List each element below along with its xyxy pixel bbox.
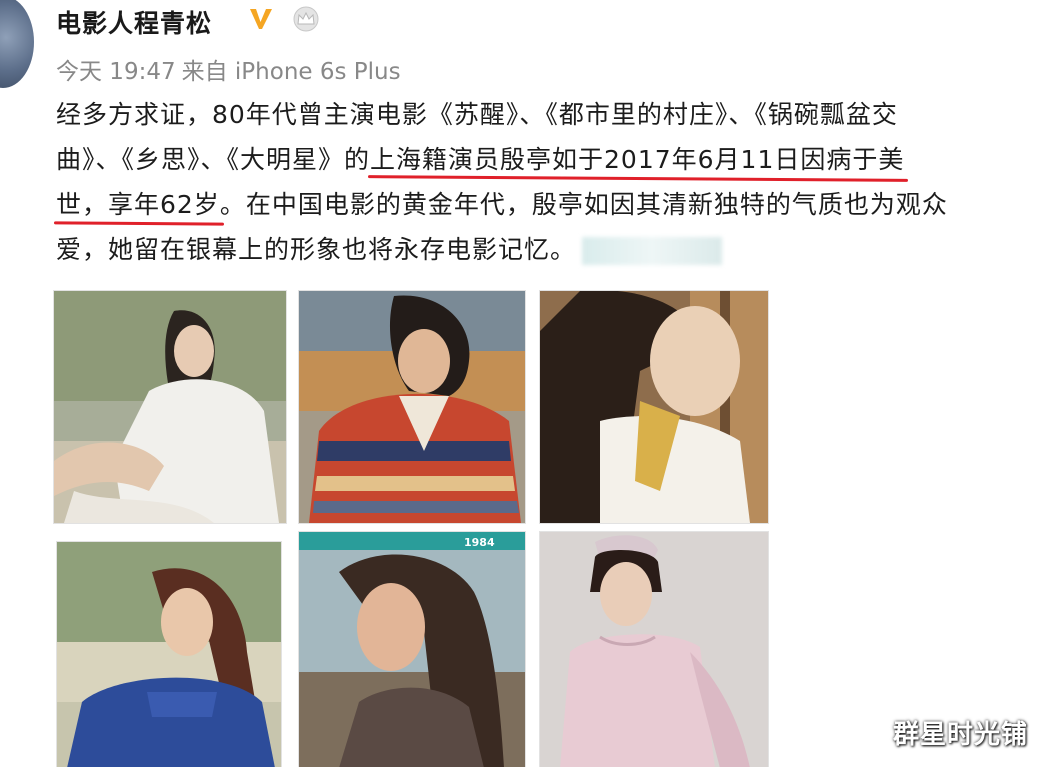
- avatar[interactable]: [0, 0, 34, 88]
- post-text: 。在中国电影的黄金年代，殷亭如因其清新独特的气质也为观众: [219, 190, 948, 219]
- post-line: 曲》、《乡思》、《大明星》的上海籍演员殷亭如于2017年6月11日因病于美: [56, 137, 1042, 182]
- photo-5-magazine[interactable]: 1984: [298, 531, 526, 767]
- post-meta: 今天 19:47 来自 iPhone 6s Plus: [56, 52, 407, 86]
- verified-v-icon: [250, 9, 272, 29]
- weibo-post: 电影人程青松 今天 19:47 来自 iPhone 6s Plus 经多方求证，8…: [0, 0, 1042, 767]
- post-body: 经多方求证，80年代曾主演电影《苏醒》、《都市里的村庄》、《锅碗瓢盆交 曲》、《…: [53, 92, 1042, 272]
- photo-4[interactable]: [56, 541, 282, 767]
- username[interactable]: 电影人程青松: [56, 4, 212, 40]
- post-line: 爱，她留在银幕上的形象也将永存电影记忆。: [56, 227, 1042, 272]
- photo-2[interactable]: [298, 290, 526, 524]
- post-line: 经多方求证，80年代曾主演电影《苏醒》、《都市里的村庄》、《锅碗瓢盆交: [56, 92, 1042, 137]
- crown-icon[interactable]: [292, 6, 320, 32]
- post-text: 爱，她留在银幕上的形象也将永存电影记忆。: [56, 235, 577, 264]
- red-underline: [53, 221, 224, 226]
- post-timestamp[interactable]: 今天 19:47: [56, 59, 176, 85]
- watermark: 群星时光铺: [892, 720, 1028, 750]
- post-text: 上海籍演员殷亭如于2017年6月11日因病于美: [370, 145, 905, 174]
- post-text: 经多方求证，80年代曾主演电影《苏醒》、《都市里的村庄》、《锅碗瓢盆交: [56, 100, 898, 129]
- post-line: 世，享年62岁 。在中国电影的黄金年代，殷亭如因其清新独特的气质也为观众: [53, 182, 1042, 227]
- post-source: 来自 iPhone 6s Plus: [181, 59, 401, 85]
- magazine-year: 1984: [464, 536, 495, 549]
- photo-6[interactable]: [539, 531, 769, 767]
- underlined-text: 世，享年62岁: [53, 182, 224, 227]
- photo-1[interactable]: [53, 290, 287, 524]
- blurred-tag: [582, 237, 723, 265]
- post-text: 世，享年62岁: [56, 190, 220, 219]
- photo-3[interactable]: [539, 290, 769, 524]
- red-underline: [368, 175, 909, 182]
- underlined-text: 上海籍演员殷亭如于2017年6月11日因病于美: [368, 137, 909, 182]
- post-text: 曲》、《乡思》、《大明星》的: [56, 145, 371, 174]
